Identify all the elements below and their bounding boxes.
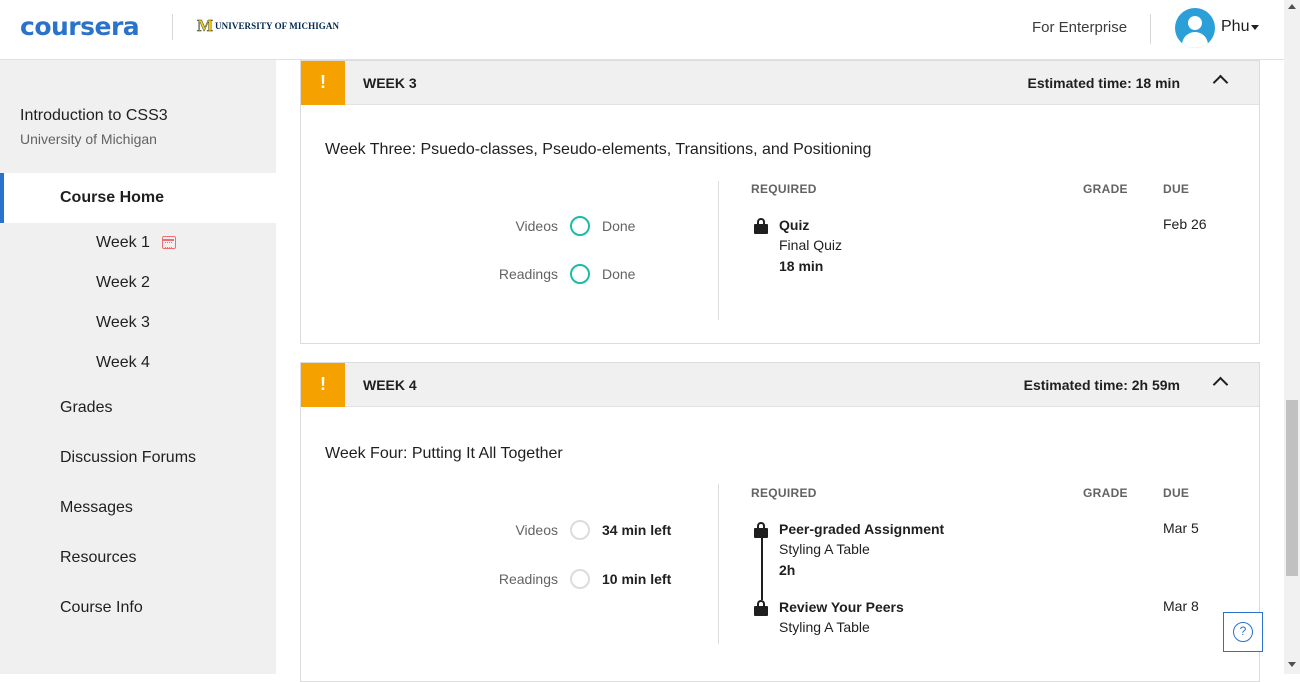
sidebar-item-label: Course Home (60, 189, 165, 206)
calendar-icon (162, 236, 176, 249)
lock-base (754, 606, 768, 616)
week-3-card: ! WEEK 3 Estimated time: 18 min Week Thr… (300, 60, 1260, 344)
required-column-header: REQUIRED (751, 182, 817, 196)
grade-column-header: GRADE (1083, 486, 1128, 500)
chevron-up-icon[interactable] (1212, 74, 1229, 91)
sidebar-item-discussion-forums[interactable]: Discussion Forums (60, 449, 196, 467)
sidebar-item-course-home[interactable]: Course Home (0, 173, 276, 223)
week-title: Week Three: Psuedo-classes, Pseudo-eleme… (325, 141, 872, 158)
videos-status: 34 min left (602, 522, 672, 538)
scroll-up-arrow-icon[interactable] (1288, 4, 1296, 9)
user-avatar-icon[interactable] (1175, 8, 1215, 48)
readings-label: Readings (498, 571, 558, 587)
due-column-header: DUE (1163, 182, 1190, 196)
videos-label: Videos (515, 218, 558, 234)
timeline-connector (761, 538, 763, 600)
item-title[interactable]: Review Your Peers (779, 599, 904, 615)
progress-ring-icon (570, 520, 590, 540)
lock-base (754, 224, 768, 234)
course-subtitle: University of Michigan (20, 131, 157, 147)
lock-base (754, 528, 768, 538)
item-title[interactable]: Quiz (779, 217, 809, 233)
readings-status: 10 min left (602, 571, 672, 587)
lock-icon (754, 522, 768, 538)
readings-label: Readings (498, 266, 558, 282)
grade-column-header: GRADE (1083, 182, 1128, 196)
week-title: Week Four: Putting It All Together (325, 445, 563, 462)
readings-status: Done (602, 266, 636, 282)
item-due-date: Mar 8 (1163, 598, 1199, 614)
avatar-head (1188, 16, 1202, 30)
sidebar-item-week-2[interactable]: Week 2 (96, 274, 150, 292)
column-divider (718, 484, 719, 644)
required-column-header: REQUIRED (751, 486, 817, 500)
university-mark: M (197, 16, 214, 35)
item-duration: 18 min (779, 258, 824, 274)
progress-ring-icon (570, 569, 590, 589)
sidebar-item-messages[interactable]: Messages (60, 499, 133, 517)
week-label: WEEK 4 (363, 377, 417, 393)
sidebar-item-week-1[interactable]: Week 1 (96, 234, 150, 252)
sidebar-item-course-info[interactable]: Course Info (60, 599, 143, 617)
header-divider (1150, 14, 1151, 44)
item-due-date: Mar 5 (1163, 520, 1199, 536)
scroll-down-arrow-icon[interactable] (1288, 662, 1296, 667)
coursera-logo[interactable]: coursera (20, 12, 140, 41)
week-3-header[interactable]: ! WEEK 3 Estimated time: 18 min (301, 61, 1259, 105)
university-logo[interactable]: M UNIVERSITY OF MICHIGAN (197, 16, 340, 35)
warning-icon: ! (301, 363, 345, 407)
sidebar-item-resources[interactable]: Resources (60, 549, 136, 567)
avatar-body (1182, 32, 1208, 48)
item-subtitle: Styling A Table (779, 619, 870, 635)
due-column-header: DUE (1163, 486, 1190, 500)
sidebar-item-grades[interactable]: Grades (60, 399, 112, 417)
column-divider (718, 181, 719, 320)
estimated-time: Estimated time: 18 min (1027, 75, 1181, 91)
warning-icon: ! (301, 61, 345, 105)
lock-icon (754, 218, 768, 234)
for-enterprise-link[interactable]: For Enterprise (1032, 19, 1127, 36)
lock-icon (754, 600, 768, 616)
user-menu-name[interactable]: Phu (1221, 18, 1249, 36)
caret-down-icon[interactable] (1251, 25, 1259, 30)
videos-label: Videos (515, 522, 558, 538)
item-subtitle: Final Quiz (779, 237, 843, 253)
item-subtitle: Styling A Table (779, 541, 870, 557)
estimated-time: Estimated time: 2h 59m (1023, 377, 1180, 393)
scrollbar-thumb[interactable] (1286, 400, 1298, 576)
help-button[interactable]: ? (1223, 612, 1263, 652)
week-4-header[interactable]: ! WEEK 4 Estimated time: 2h 59m (301, 363, 1259, 407)
course-sidebar: Introduction to CSS3 University of Michi… (0, 60, 276, 674)
week-label: WEEK 3 (363, 75, 417, 91)
university-name: UNIVERSITY OF MICHIGAN (215, 21, 340, 31)
done-ring-icon (570, 264, 590, 284)
item-title[interactable]: Peer-graded Assignment (779, 521, 944, 537)
item-due-date: Feb 26 (1163, 216, 1207, 232)
item-duration: 2h (779, 562, 796, 578)
logo-divider (172, 14, 173, 40)
week-4-card: ! WEEK 4 Estimated time: 2h 59m Week Fou… (300, 362, 1260, 682)
sidebar-item-week-4[interactable]: Week 4 (96, 354, 150, 372)
top-header: coursera M UNIVERSITY OF MICHIGAN For En… (0, 0, 1284, 60)
chevron-up-icon[interactable] (1212, 376, 1229, 393)
videos-status: Done (602, 218, 636, 234)
course-title: Introduction to CSS3 (20, 107, 168, 124)
sidebar-item-week-3[interactable]: Week 3 (96, 314, 150, 332)
question-icon: ? (1233, 622, 1253, 642)
main-content: ! WEEK 3 Estimated time: 18 min Week Thr… (276, 60, 1284, 682)
done-ring-icon (570, 216, 590, 236)
